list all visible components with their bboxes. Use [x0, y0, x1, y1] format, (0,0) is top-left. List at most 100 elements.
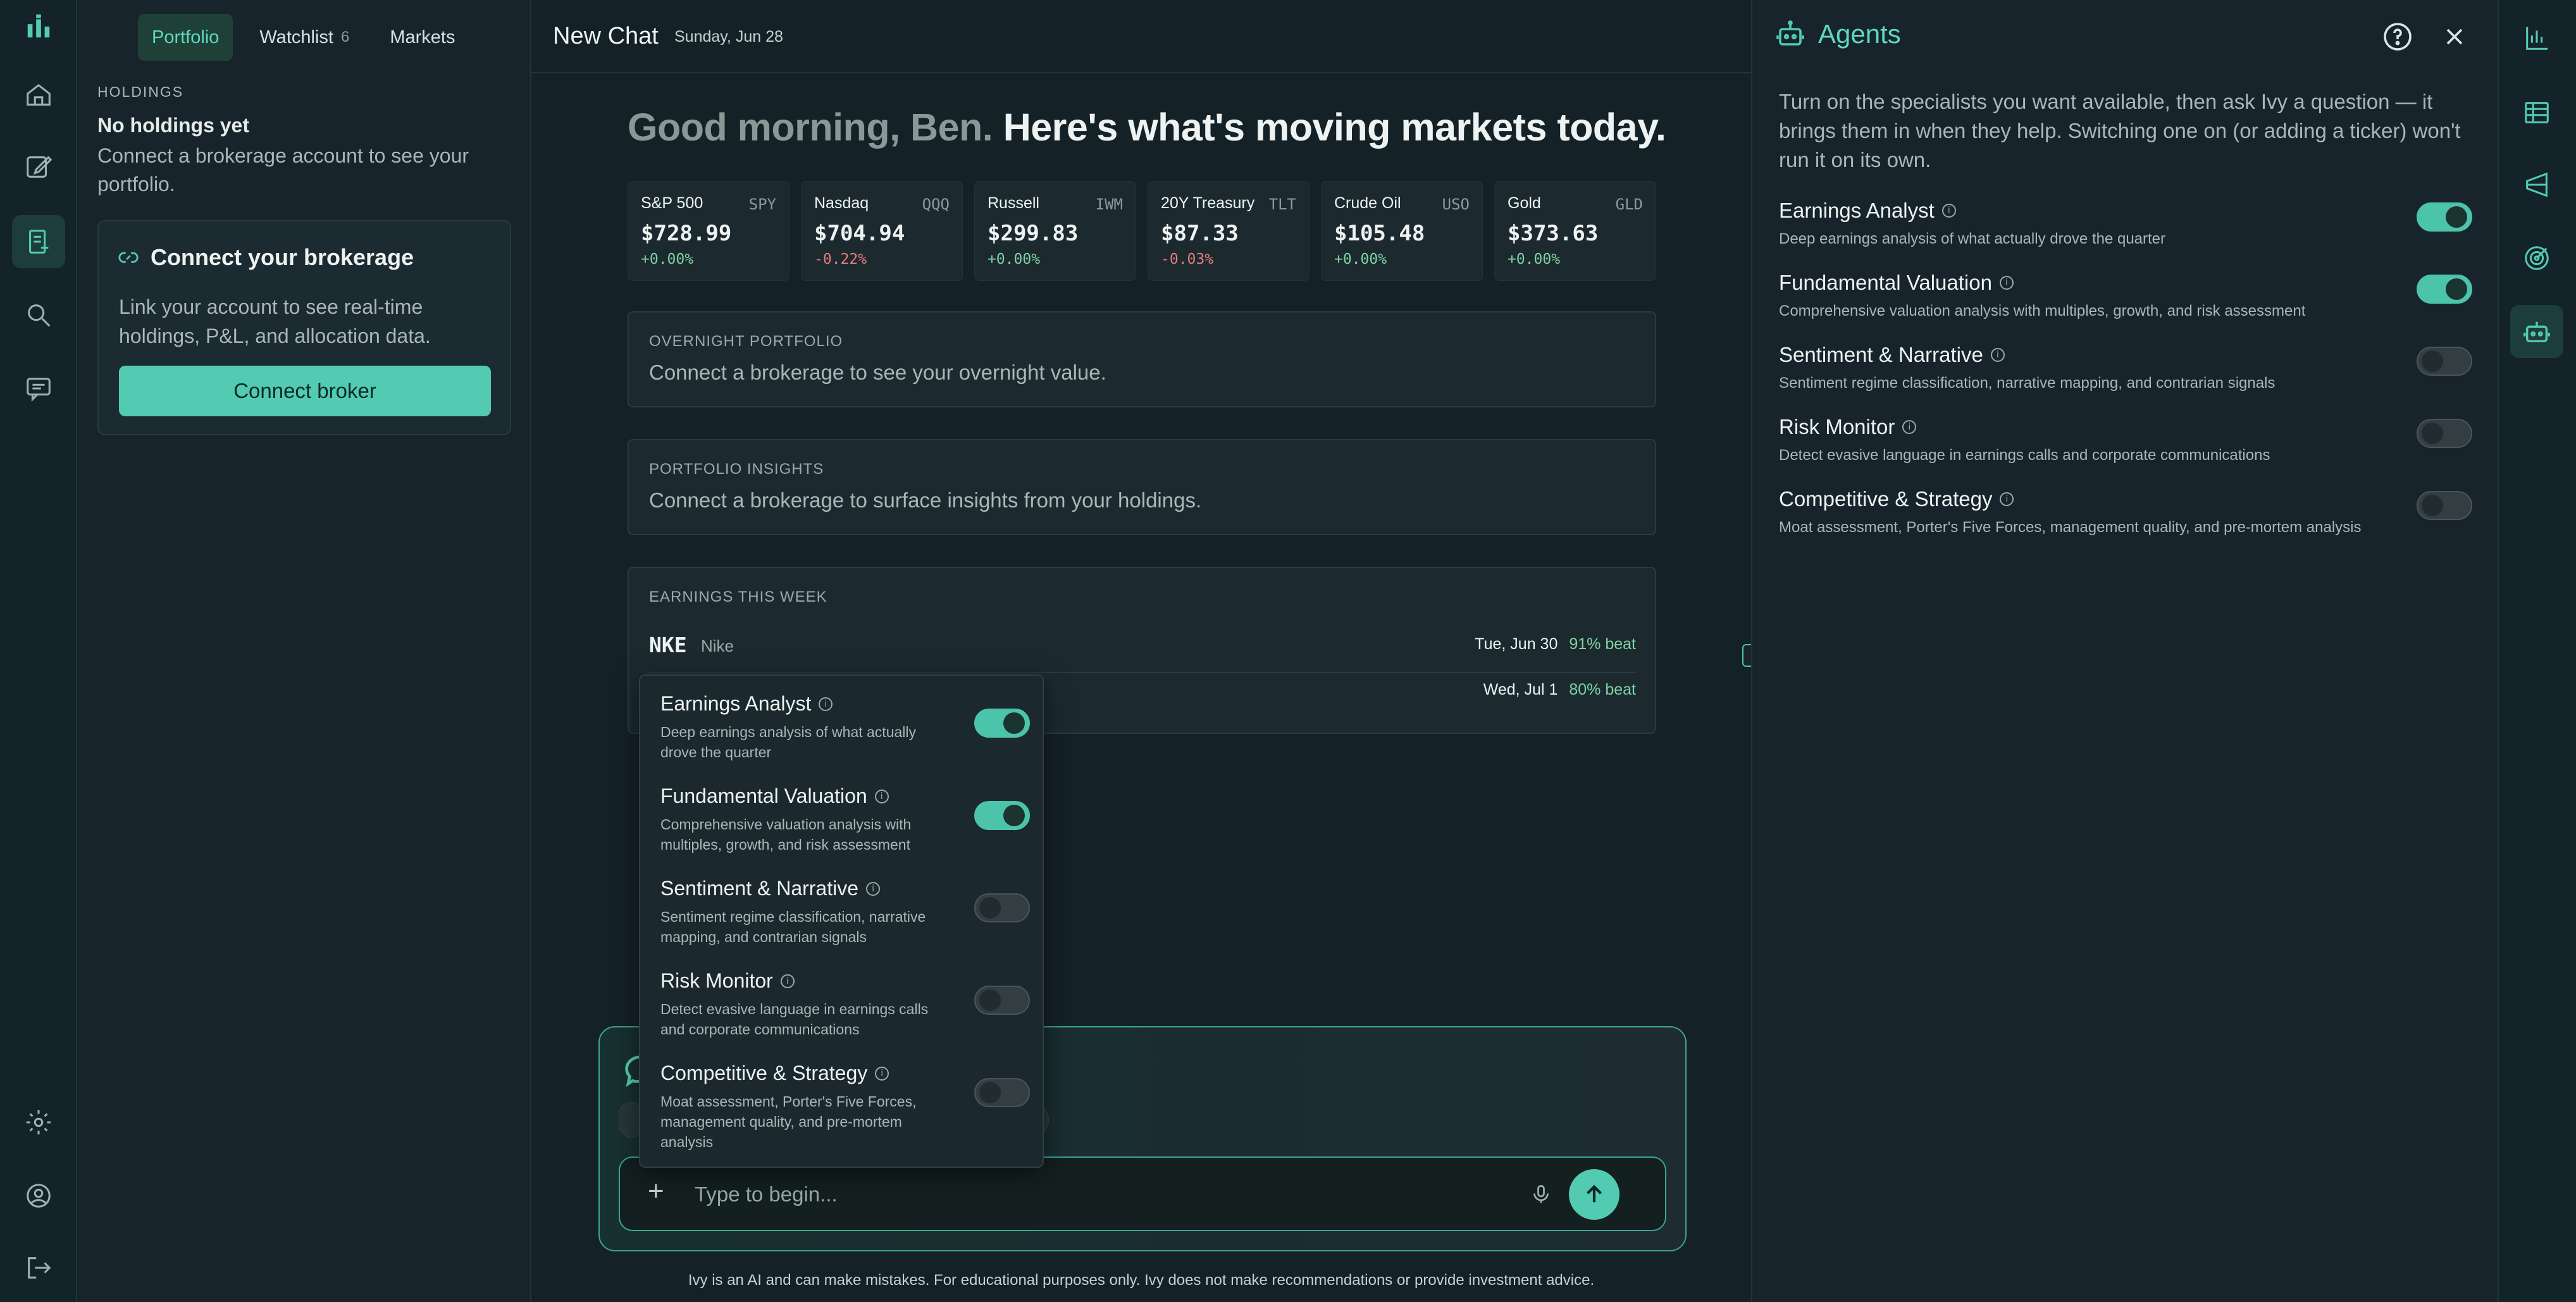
header-date: Sunday, Jun 28: [674, 28, 783, 46]
main-chat-area: New Chat Sunday, Jun 28 Good morning, Be…: [531, 0, 1751, 1302]
agent-toggle[interactable]: [974, 709, 1030, 738]
row-divider: [649, 672, 1636, 673]
tab-markets[interactable]: Markets: [376, 14, 469, 61]
agent-description: Sentiment regime classification, narrati…: [660, 908, 926, 945]
table-icon[interactable]: [2510, 86, 2563, 139]
agent-toggle[interactable]: [2417, 491, 2472, 520]
agent-toggle[interactable]: [2417, 202, 2472, 232]
close-icon[interactable]: [2441, 23, 2468, 51]
portfolio-insights-card: PORTFOLIO INSIGHTS Connect a brokerage t…: [628, 439, 1656, 535]
ticker-symbol: USO: [1442, 195, 1470, 213]
agents-header: Agents: [1775, 19, 1901, 49]
tab-watchlist[interactable]: Watchlist 6: [245, 14, 363, 61]
agent-title: Sentiment & Narrative: [660, 877, 859, 900]
earnings-date: Wed, Jul 1: [1483, 681, 1558, 698]
ticker-price: $299.83: [988, 221, 1079, 246]
ticker-symbol: QQQ: [922, 195, 950, 213]
toggle-knob: [1003, 712, 1025, 734]
portfolio-tabs: Portfolio Watchlist 6 Markets: [138, 14, 469, 61]
ticker-card[interactable]: Gold GLD $373.63 +0.00%: [1494, 181, 1656, 281]
microphone-icon[interactable]: [1530, 1183, 1552, 1206]
earnings-row[interactable]: NKE Nike Tue, Jun 30 91% beat: [649, 633, 1636, 677]
megaphone-icon[interactable]: [2510, 158, 2563, 211]
ticker-price: $87.33: [1161, 221, 1239, 246]
ticker-name: Gold: [1508, 194, 1541, 212]
toggle-knob: [2422, 423, 2443, 444]
chat-icon[interactable]: [12, 362, 65, 415]
info-icon[interactable]: i: [1902, 420, 1917, 434]
add-attachment-button[interactable]: +: [648, 1175, 664, 1207]
ticker-change: +0.00%: [988, 251, 1041, 268]
info-icon[interactable]: i: [1990, 348, 2005, 362]
agent-row-fundamental-valuation: Fundamental Valuation i Comprehensive val…: [1779, 271, 2475, 334]
ticker-symbol: SPY: [748, 195, 776, 213]
earnings-beat: 80% beat: [1569, 681, 1636, 698]
logo-icon[interactable]: [12, 0, 65, 53]
tab-markets-label: Markets: [390, 27, 455, 47]
info-icon[interactable]: i: [875, 1066, 889, 1081]
ticker-card[interactable]: Crude Oil USO $105.48 +0.00%: [1321, 181, 1483, 281]
tab-portfolio-label: Portfolio: [152, 27, 220, 47]
tab-portfolio[interactable]: Portfolio: [138, 14, 233, 61]
agent-title: Sentiment & Narrative: [1779, 343, 1983, 366]
agent-toggle[interactable]: [974, 801, 1030, 830]
ticker-price: $373.63: [1508, 221, 1599, 246]
agent-toggle[interactable]: [974, 1078, 1030, 1107]
help-icon[interactable]: [2382, 22, 2413, 52]
info-icon[interactable]: i: [1941, 204, 1956, 218]
edit-icon[interactable]: [12, 140, 65, 194]
greeting-headline: Good morning, Ben. Here's what's moving …: [628, 105, 1666, 149]
disclaimer: Ivy is an AI and can make mistakes. For …: [688, 1272, 1595, 1289]
earnings-meta: Wed, Jul 1 80% beat: [1483, 681, 1636, 699]
agent-toggle[interactable]: [2417, 275, 2472, 304]
connect-broker-button[interactable]: Connect broker: [119, 366, 491, 416]
agent-description: Deep earnings analysis of what actually …: [660, 724, 917, 760]
chat-input[interactable]: [695, 1175, 1492, 1213]
agent-title: Earnings Analyst: [1779, 199, 1935, 222]
popover-agent-earnings-analyst: Earnings Analyst i Deep earnings analysis…: [660, 692, 1030, 762]
logout-icon[interactable]: [12, 1241, 65, 1294]
search-icon[interactable]: [12, 288, 65, 342]
info-icon[interactable]: i: [819, 697, 833, 711]
agent-row-risk-monitor: Risk Monitor i Detect evasive language in…: [1779, 415, 2475, 478]
portfolio-icon[interactable]: [12, 215, 65, 268]
info-icon[interactable]: i: [780, 974, 795, 988]
info-icon[interactable]: i: [874, 789, 889, 803]
toggle-knob: [2422, 350, 2443, 372]
agent-description: Detect evasive language in earnings call…: [660, 1001, 929, 1038]
chart-icon[interactable]: [2510, 11, 2563, 65]
account-icon[interactable]: [12, 1169, 65, 1222]
agent-title: Fundamental Valuation: [660, 784, 867, 807]
earnings-label: EARNINGS THIS WEEK: [649, 588, 827, 605]
agents-description: Turn on the specialists you want availab…: [1779, 90, 2461, 171]
agent-toggle[interactable]: [2417, 419, 2472, 448]
ticker-card[interactable]: Russell IWM $299.83 +0.00%: [974, 181, 1136, 281]
insights-label: PORTFOLIO INSIGHTS: [649, 461, 824, 478]
target-icon[interactable]: [2510, 232, 2563, 285]
agents-popover: Earnings Analyst i Deep earnings analysis…: [639, 674, 1044, 1168]
agent-title: Competitive & Strategy: [660, 1062, 868, 1084]
info-icon[interactable]: i: [1999, 276, 2014, 290]
agent-toggle[interactable]: [974, 893, 1030, 922]
agent-description: Moat assessment, Porter's Five Forces, m…: [660, 1093, 917, 1150]
agent-description: Comprehensive valuation analysis with mu…: [1779, 302, 2306, 319]
ticker-name: S&P 500: [641, 194, 703, 212]
main-header: New Chat Sunday, Jun 28: [531, 0, 1751, 73]
ticker-change: +0.00%: [641, 251, 694, 268]
ticker-card[interactable]: 20Y Treasury TLT $87.33 -0.03%: [1148, 181, 1310, 281]
agent-toggle[interactable]: [2417, 347, 2472, 376]
send-button[interactable]: [1569, 1169, 1619, 1220]
agent-description: Moat assessment, Porter's Five Forces, m…: [1779, 519, 2362, 536]
earnings-date: Tue, Jun 30: [1475, 635, 1558, 653]
home-icon[interactable]: [12, 68, 65, 121]
settings-icon[interactable]: [12, 1096, 65, 1149]
agent-robot-icon[interactable]: [2510, 305, 2563, 358]
overnight-text: Connect a brokerage to see your overnigh…: [649, 361, 1106, 384]
info-icon[interactable]: i: [866, 881, 881, 896]
agent-toggle[interactable]: [974, 986, 1030, 1015]
ticker-card[interactable]: S&P 500 SPY $728.99 +0.00%: [628, 181, 790, 281]
toggle-knob: [979, 897, 1001, 919]
ticker-card[interactable]: Nasdaq QQQ $704.94 -0.22%: [801, 181, 963, 281]
info-icon[interactable]: i: [2000, 492, 2014, 506]
ticker-strip: S&P 500 SPY $728.99 +0.00% Nasdaq QQQ $7…: [628, 181, 1656, 281]
